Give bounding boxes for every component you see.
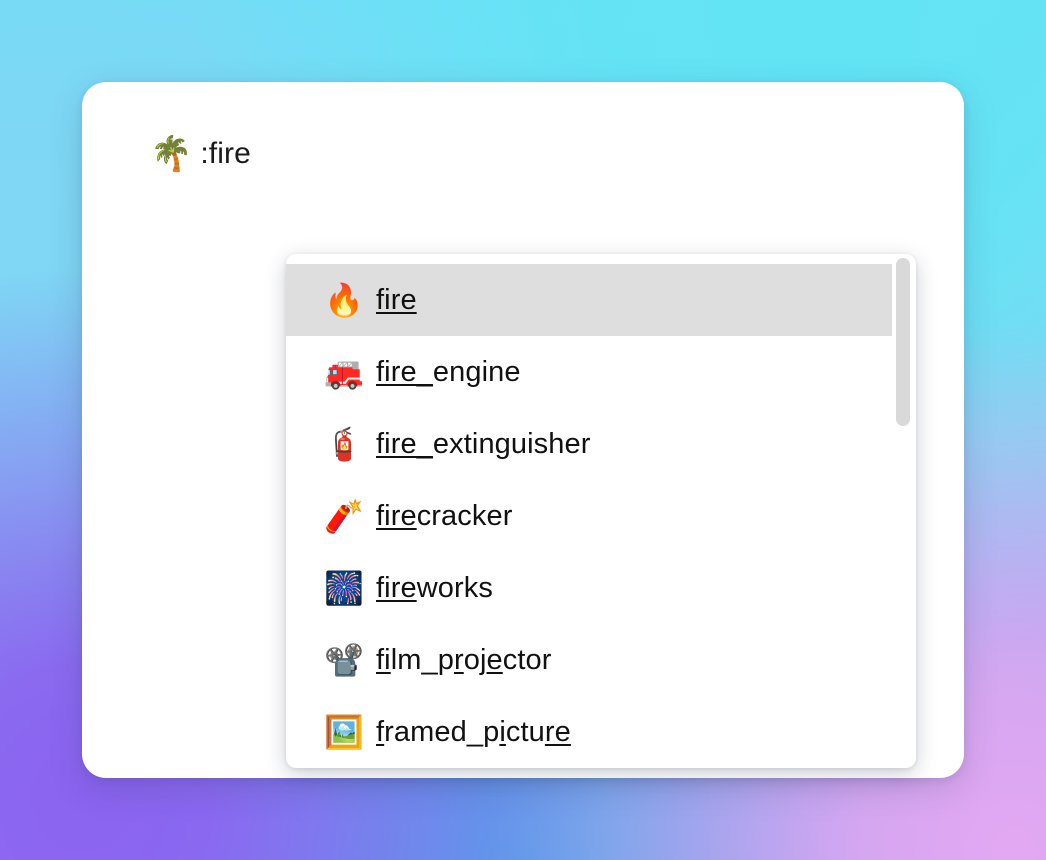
suggestion-item-label: fire xyxy=(376,283,417,316)
suggestion-item-fire_engine[interactable]: 🚒 fire_engine xyxy=(286,336,892,408)
suggestion-item-fire[interactable]: 🔥 fire xyxy=(286,264,892,336)
suggestion-item-film_projector[interactable]: 📽️ film_projector xyxy=(286,624,892,696)
fire-icon: 🔥 xyxy=(324,282,364,318)
scrollbar-thumb[interactable] xyxy=(896,258,910,426)
suggestion-item-framed_picture[interactable]: 🖼️ framed_picture xyxy=(286,696,892,768)
scrollbar[interactable] xyxy=(896,258,910,764)
suggestion-item-label: film_projector xyxy=(376,643,552,676)
palm-tree-icon: 🌴 xyxy=(150,135,193,173)
suggestion-item-label: fireworks xyxy=(376,571,493,604)
firecracker-icon: 🧨 xyxy=(324,498,364,534)
suggestion-item-firecracker[interactable]: 🧨 firecracker xyxy=(286,480,892,552)
suggestion-list-viewport: 🔥 fire 🚒 fire_engine 🧯 fire_extinguisher 🧨 fire… xyxy=(286,254,916,768)
fire_extinguisher-icon: 🧯 xyxy=(324,426,364,462)
search-input[interactable]: :fire xyxy=(200,137,251,171)
fireworks-icon: 🎆 xyxy=(324,570,364,606)
framed_picture-icon: 🖼️ xyxy=(324,714,364,750)
emoji-suggestion-dropdown[interactable]: 🔥 fire 🚒 fire_engine 🧯 fire_extinguisher 🧨 fire… xyxy=(286,254,916,768)
fire_engine-icon: 🚒 xyxy=(324,354,364,390)
emoji-search-row[interactable]: 🌴 :fire xyxy=(150,132,251,176)
suggestion-item-label: fire_extinguisher xyxy=(376,427,591,460)
suggestion-list: 🔥 fire 🚒 fire_engine 🧯 fire_extinguisher 🧨 fire… xyxy=(286,264,916,768)
suggestion-item-fire_extinguisher[interactable]: 🧯 fire_extinguisher xyxy=(286,408,892,480)
suggestion-item-label: firecracker xyxy=(376,499,513,532)
film_projector-icon: 📽️ xyxy=(324,642,364,678)
emoji-picker-card: 🌴 :fire 🔥 fire 🚒 fire_engine 🧯 fire_extinguis… xyxy=(82,82,964,778)
suggestion-item-fireworks[interactable]: 🎆 fireworks xyxy=(286,552,892,624)
suggestion-item-label: fire_engine xyxy=(376,355,521,388)
suggestion-item-label: framed_picture xyxy=(376,715,571,748)
